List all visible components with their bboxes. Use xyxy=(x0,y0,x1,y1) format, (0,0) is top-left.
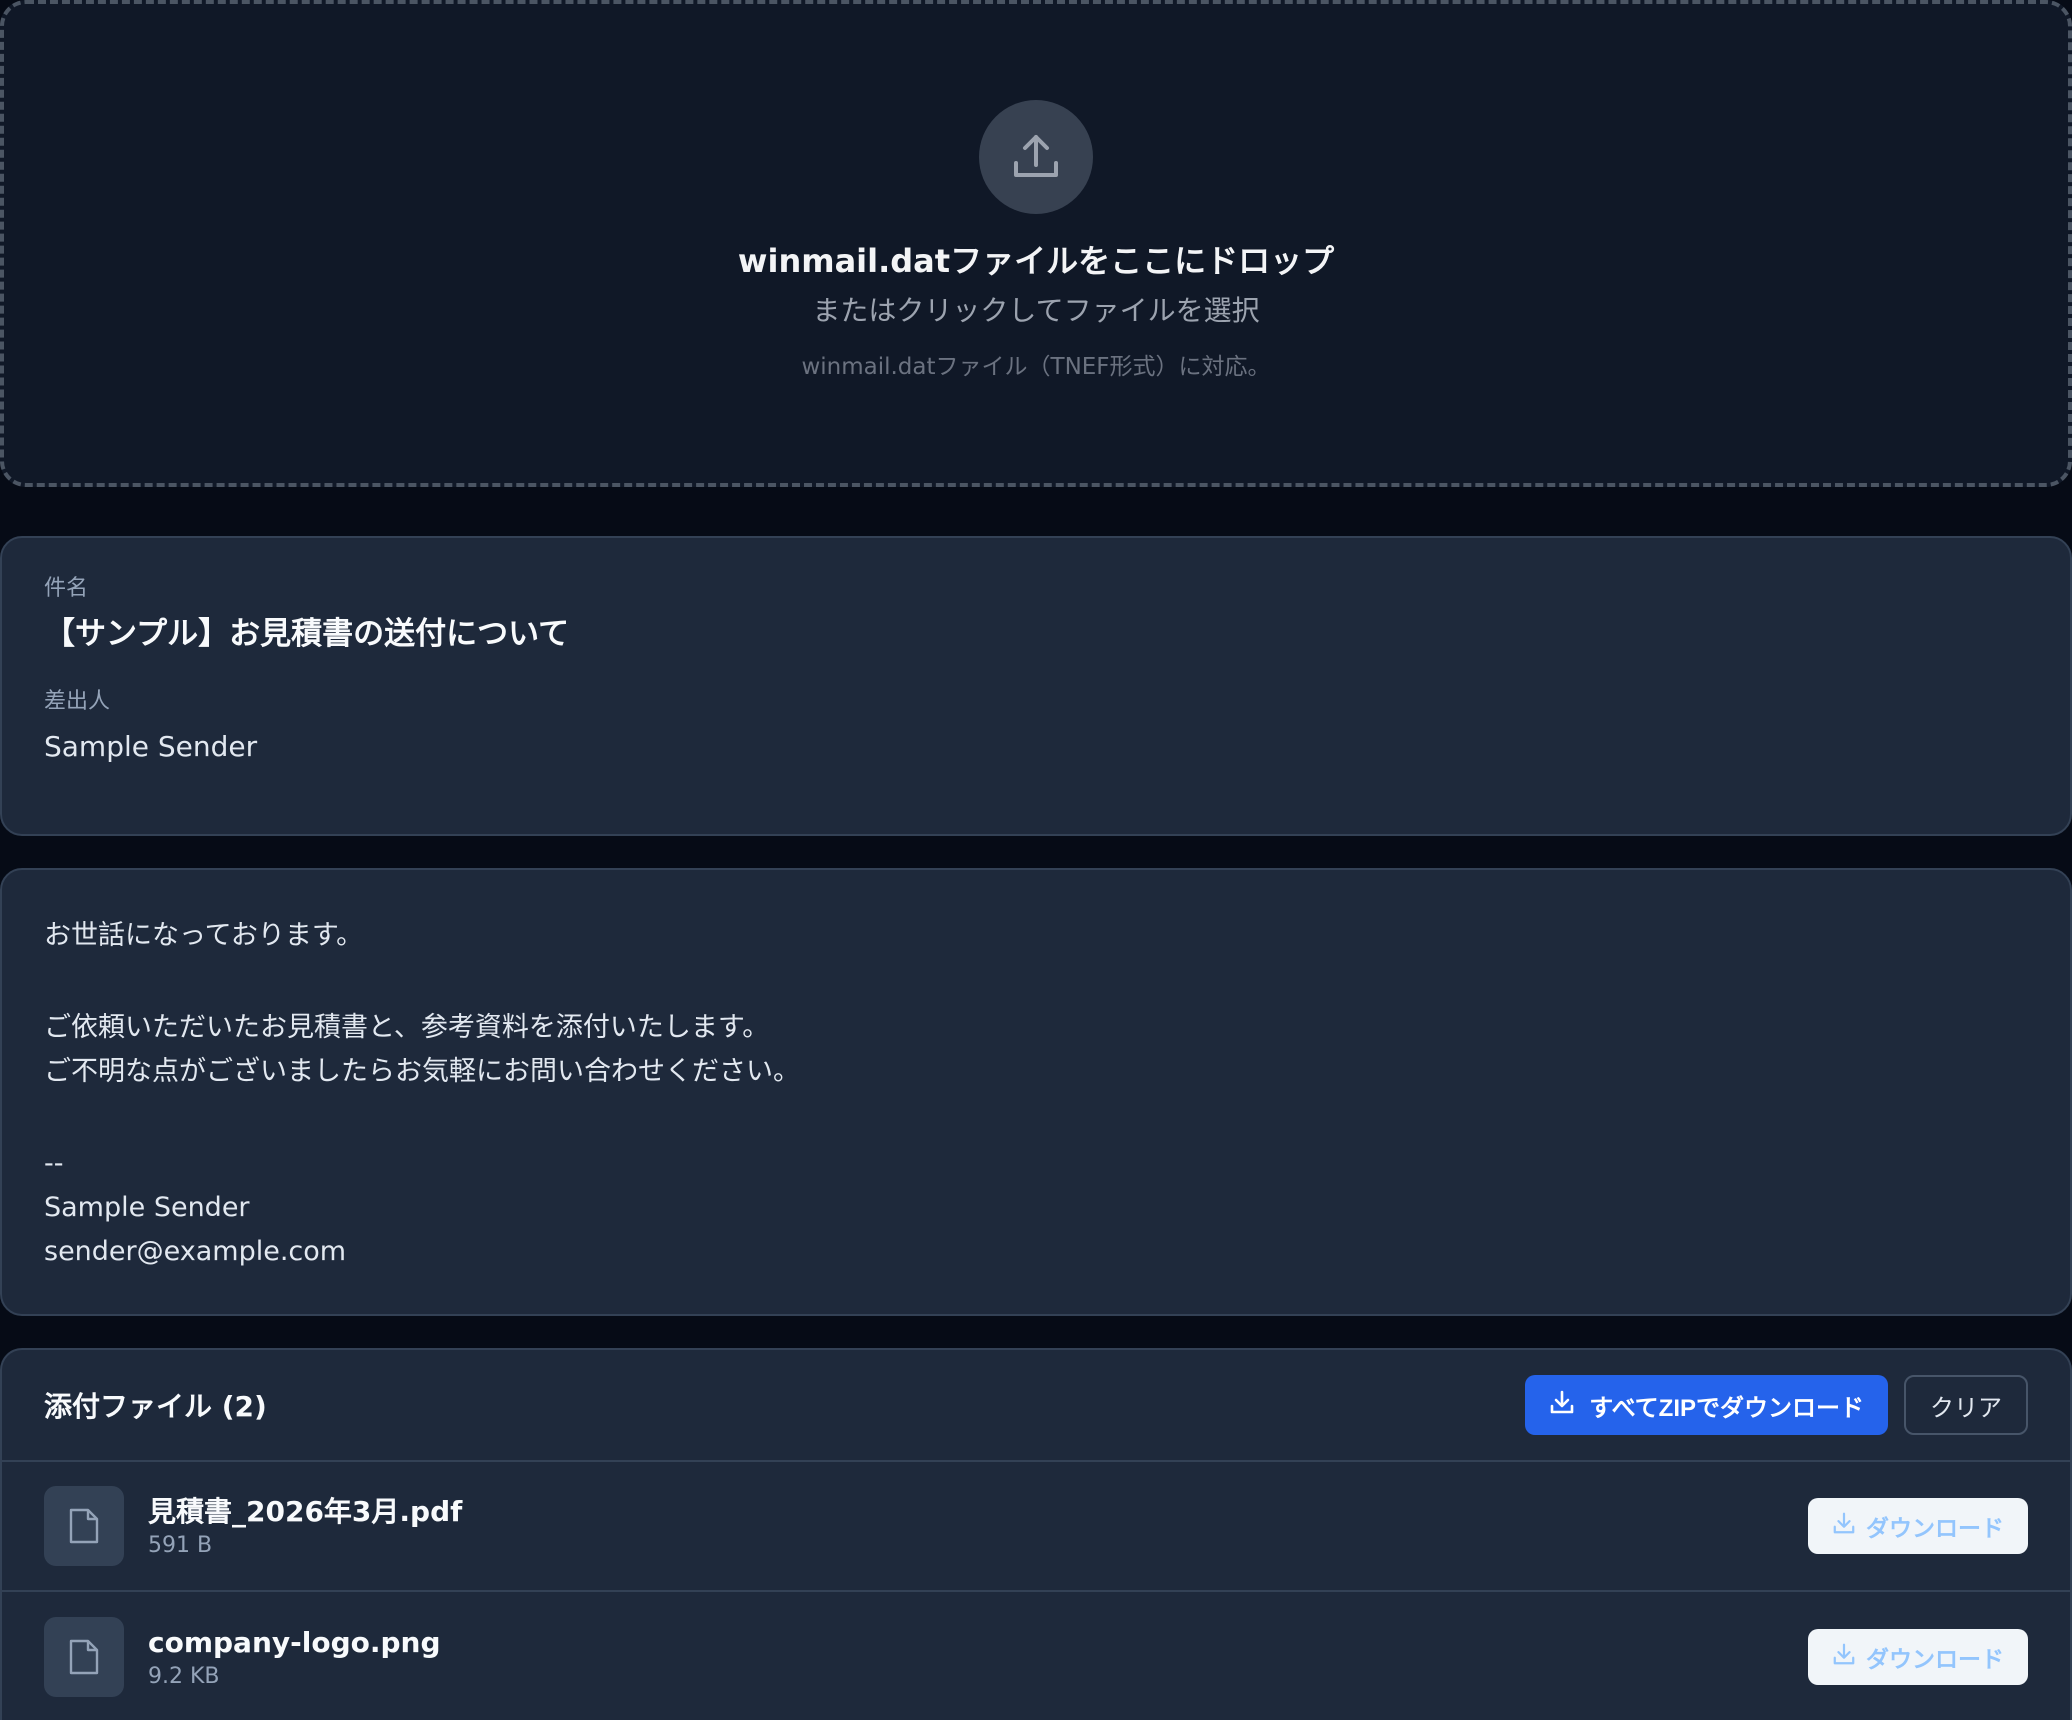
download-button[interactable]: ダウンロード xyxy=(1808,1629,2028,1685)
download-icon xyxy=(1832,1511,1856,1541)
body-line: ご依頼いただいたお見積書と、参考資料を添付いたします。 xyxy=(44,1012,770,1043)
download-label: ダウンロード xyxy=(1866,1515,2004,1541)
attachments-card: 添付ファイル (2) すべてZIPでダウンロード クリア 見積書_2026年3月… xyxy=(0,1348,2072,1720)
sender-text: Sample Sender xyxy=(44,730,258,764)
subject-label: 件名 xyxy=(44,576,89,601)
message-meta-card: 件名 【サンプル】お見積書の送付について 差出人 Sample Sender xyxy=(0,536,2072,836)
attachments-title: 添付ファイル (2) xyxy=(44,1390,267,1423)
attachment-info: company-logo.png 9.2 KB xyxy=(148,1625,1808,1689)
drop-zone-note: winmail.datファイル（TNEF形式）に対応。 xyxy=(801,353,1271,380)
drop-zone-title: winmail.datファイルをここにドロップ xyxy=(737,242,1335,280)
drop-zone-subtitle: またはクリックしてファイルを選択 xyxy=(812,294,1260,328)
download-button[interactable]: ダウンロード xyxy=(1808,1498,2028,1554)
body-signature-name: Sample Sender xyxy=(44,1192,250,1223)
file-icon xyxy=(44,1617,124,1697)
download-icon xyxy=(1832,1642,1856,1672)
download-all-zip-label: すべてZIPでダウンロード xyxy=(1589,1394,1864,1422)
file-icon xyxy=(44,1486,124,1566)
attachment-name: 見積書_2026年3月.pdf xyxy=(148,1495,463,1528)
attachment-row: company-logo.png 9.2 KB ダウンロード xyxy=(2,1592,2070,1720)
sender-label: 差出人 xyxy=(44,688,111,714)
attachment-row: 見積書_2026年3月.pdf 591 B ダウンロード xyxy=(2,1462,2070,1592)
download-label: ダウンロード xyxy=(1866,1646,2004,1672)
attachment-size: 9.2 KB xyxy=(148,1664,220,1689)
message-body-card: お世話になっております。 ご依頼いただいたお見積書と、参考資料を添付いたします。… xyxy=(0,868,2072,1316)
file-drop-zone[interactable]: winmail.datファイルをここにドロップ またはクリックしてファイルを選択… xyxy=(0,0,2072,487)
body-blank-line xyxy=(44,1094,2028,1142)
body-blank-line xyxy=(44,958,2028,1006)
body-line: お世話になっております。 xyxy=(44,920,364,951)
attachment-name: company-logo.png xyxy=(148,1626,441,1659)
body-line: ご不明な点がございましたらお気軽にお問い合わせください。 xyxy=(44,1056,800,1087)
body-signature-separator: -- xyxy=(44,1148,64,1179)
body-signature-email: sender@example.com xyxy=(44,1236,347,1267)
subject-text: 【サンプル】お見積書の送付について xyxy=(44,616,570,653)
clear-button[interactable]: クリア xyxy=(1904,1375,2028,1435)
attachment-info: 見積書_2026年3月.pdf 591 B xyxy=(148,1494,1808,1558)
download-all-zip-button[interactable]: すべてZIPでダウンロード xyxy=(1525,1375,1888,1435)
attachments-header: 添付ファイル (2) すべてZIPでダウンロード クリア xyxy=(2,1350,2070,1462)
attachment-size: 591 B xyxy=(148,1533,213,1558)
download-icon xyxy=(1549,1389,1575,1422)
upload-icon xyxy=(979,100,1093,214)
